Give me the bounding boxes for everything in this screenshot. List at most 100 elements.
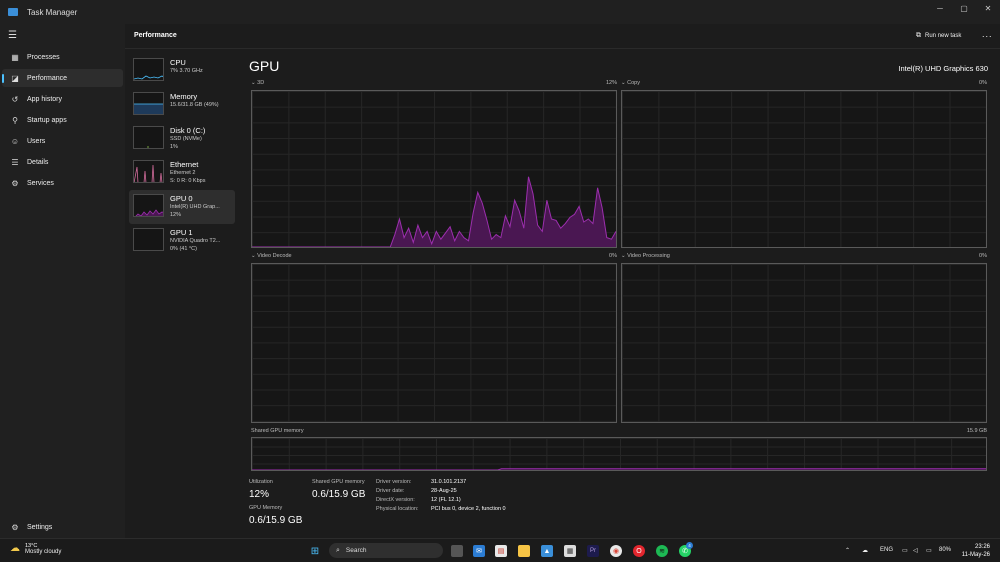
opera-browser-icon[interactable]: O (633, 545, 645, 557)
chrome-browser-icon[interactable]: ◉ (610, 545, 622, 557)
device-detail: 15.6/31.8 GB (49%) (170, 102, 219, 108)
nav-item-performance[interactable]: ◪ Performance (2, 69, 123, 87)
search-label: Search (345, 547, 367, 554)
hamburger-menu-icon[interactable]: ☰ (8, 30, 17, 41)
nav-item-users[interactable]: ☺ Users (2, 132, 123, 150)
device-name: Disk 0 (C:) (170, 126, 206, 135)
nav-item-label: Processes (27, 53, 60, 61)
shared-memory-stat-value: 0.6/15.9 GB (312, 489, 366, 500)
photos-app-icon[interactable]: ▲ (541, 545, 553, 557)
clock[interactable]: 23:26 11-May-26 (962, 543, 990, 559)
device-list: CPU 7% 3.70 GHz Memory 15.6/31.8 GB (49%) Di… (125, 49, 240, 538)
device-cpu[interactable]: CPU 7% 3.70 GHz (129, 54, 235, 88)
notepad-app-icon[interactable]: ▤ (495, 545, 507, 557)
gpu-title: GPU (249, 58, 280, 74)
device-memory[interactable]: Memory 15.6/31.8 GB (49%) (129, 88, 235, 122)
shared-memory-graph[interactable] (251, 437, 987, 471)
graph-3d[interactable] (251, 90, 617, 248)
device-thumbnail-graph (133, 160, 164, 183)
device-gpu-0[interactable]: GPU 0 Intel(R) UHD Grap... 12% (129, 190, 235, 224)
shared-memory-stat-label: Shared GPU memory (312, 479, 365, 485)
driver-version-value: 31.0.101.2137 (431, 479, 467, 485)
volume-icon[interactable]: ◁ (913, 547, 918, 554)
graph-3d-label: ⌄ 3D (251, 80, 265, 86)
services-icon: ⚙ (11, 178, 19, 188)
cloud-sun-icon: ☁ (10, 543, 20, 554)
windows-start-icon[interactable]: ⊞ (309, 545, 321, 557)
nav-item-details[interactable]: ☰ Details (2, 153, 123, 171)
settings-label: Settings (27, 523, 53, 531)
gpu-panel: GPU Intel(R) UHD Graphics 630 ⌄ 3D 12% ⌄… (240, 49, 1000, 538)
nav-item-app-history[interactable]: ↺ App history (2, 90, 123, 108)
search-icon: ⌕ (336, 546, 340, 554)
graph-video-processing-max: 0% (979, 253, 987, 259)
chevron-up-icon[interactable]: ⌃ (845, 547, 850, 554)
graph-video-processing[interactable] (621, 263, 987, 423)
store-app-icon[interactable]: ▦ (564, 545, 576, 557)
weather-widget[interactable]: ☁ 13°C Mostly cloudy (10, 543, 61, 555)
file-explorer-icon[interactable] (518, 545, 530, 557)
device-name: GPU 0 (170, 194, 193, 203)
performance-icon: ◪ (11, 73, 19, 83)
language-indicator[interactable]: ENG (880, 547, 893, 553)
physical-location-value: PCI bus 0, device 2, function 0 (431, 506, 506, 512)
navigation-pane: ☰ ▦ Processes ◪ Performance ↺ App history ⚲ Sta… (0, 24, 125, 538)
gpu-memory-value: 0.6/15.9 GB (249, 515, 303, 526)
history-icon: ↺ (11, 94, 19, 104)
taskbar: ☁ 13°C Mostly cloudy ⊞ ⌕ Search ✉ ▤ ▲ ▦ … (0, 538, 1000, 562)
physical-location-label: Physical location: (376, 506, 419, 512)
nav-item-services[interactable]: ⚙ Services (2, 174, 123, 192)
cloud-icon[interactable]: ☁ (862, 547, 868, 554)
more-options-button[interactable]: ... (982, 29, 993, 39)
processes-icon: ▦ (11, 52, 19, 62)
battery-percent: 80% (939, 547, 952, 553)
device-gpu-1[interactable]: GPU 1 NVIDIA Quadro T2... 0% (41 °C) (129, 224, 235, 258)
minimize-button[interactable]: ─ (928, 0, 952, 16)
device-thumbnail-graph (133, 194, 164, 217)
nav-item-label: App history (27, 95, 63, 103)
run-new-task-button[interactable]: ⧉ Run new task (916, 32, 961, 40)
network-icon[interactable]: ▭ (902, 547, 908, 554)
whatsapp-badge: 4 (686, 542, 693, 549)
gpu-model: Intel(R) UHD Graphics 630 (898, 64, 988, 73)
window-title: Task Manager (27, 7, 78, 17)
graph-copy[interactable] (621, 90, 987, 248)
device-detail: SSD (NVMe) (170, 136, 202, 142)
clock-date: 11-May-26 (961, 552, 990, 558)
mail-app-icon[interactable]: ✉ (473, 545, 485, 557)
device-thumbnail-graph (133, 228, 164, 251)
battery-icon[interactable]: ▭ (926, 547, 932, 554)
device-detail-secondary: 1% (170, 144, 178, 150)
nav-item-processes[interactable]: ▦ Processes (2, 48, 123, 66)
window-controls: ─ ▢ ✕ (928, 0, 1000, 16)
task-view-icon[interactable] (451, 545, 463, 557)
device-disk-0-c[interactable]: Disk 0 (C:) SSD (NVMe) 1% (129, 122, 235, 156)
active-indicator (2, 74, 4, 83)
spotify-app-icon[interactable]: ≋ (656, 545, 668, 557)
clock-time: 23:26 (974, 544, 990, 550)
nav-item-label: Users (27, 137, 46, 145)
details-icon: ☰ (11, 157, 19, 167)
device-detail-secondary: S: 0 R: 0 Kbps (170, 178, 206, 184)
driver-date-value: 28-Aug-25 (431, 488, 457, 494)
device-detail: Ethernet 2 (170, 170, 196, 176)
graph-copy-label: ⌄ Copy (621, 80, 640, 86)
content-header: Performance ⧉ Run new task ... (125, 24, 1000, 49)
weather-desc: Mostly cloudy (25, 549, 62, 555)
device-thumbnail-graph (133, 92, 164, 115)
device-ethernet[interactable]: Ethernet Ethernet 2 S: 0 R: 0 Kbps (129, 156, 235, 190)
nav-settings[interactable]: ⚙ Settings (2, 518, 123, 536)
close-button[interactable]: ✕ (976, 0, 1000, 16)
page-title: Performance (134, 32, 177, 39)
device-detail-secondary: 0% (41 °C) (170, 246, 197, 252)
maximize-button[interactable]: ▢ (952, 0, 976, 16)
device-name: GPU 1 (170, 228, 193, 237)
taskbar-search[interactable]: ⌕ Search (329, 543, 443, 558)
device-thumbnail-graph (133, 58, 164, 81)
graph-video-decode[interactable] (251, 263, 617, 423)
premiere-app-icon[interactable]: Pr (587, 545, 599, 557)
gpu-memory-label: GPU Memory (249, 505, 283, 511)
nav-item-startup-apps[interactable]: ⚲ Startup apps (2, 111, 123, 129)
graph-copy-max: 0% (979, 80, 987, 86)
device-name: Ethernet (170, 160, 199, 169)
